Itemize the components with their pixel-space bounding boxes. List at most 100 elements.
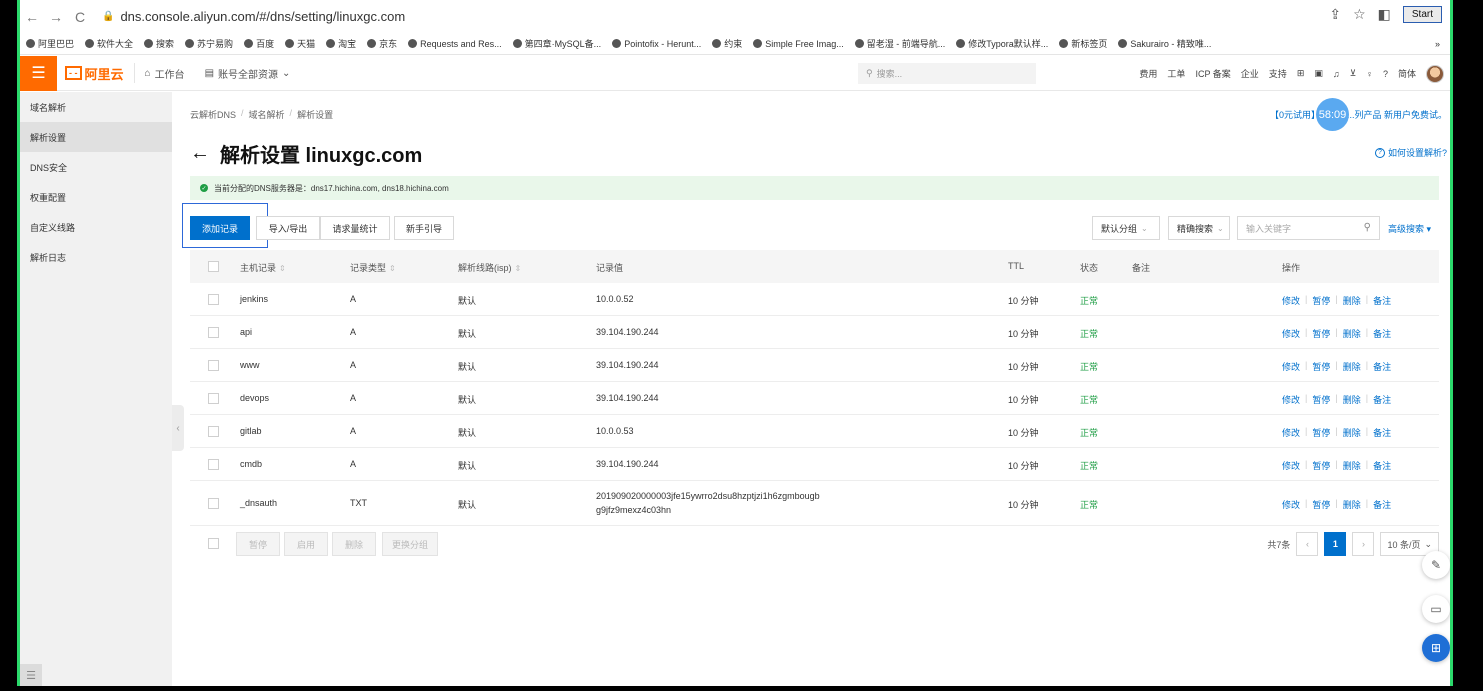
pause-link[interactable]: 暂停 xyxy=(1312,426,1330,439)
select-all-footer-checkbox[interactable] xyxy=(208,538,219,549)
column-header[interactable]: 主机记录 ⇕ xyxy=(240,261,286,274)
bookmark-item[interactable]: Requests and Res... xyxy=(408,39,502,49)
language-switch[interactable]: 简体 xyxy=(1398,67,1416,80)
bulk-pause-button[interactable]: 暂停 xyxy=(236,532,280,556)
aliyun-logo[interactable]: - - 阿里云 xyxy=(57,63,135,83)
edit-link[interactable]: 修改 xyxy=(1282,360,1300,373)
select-all-checkbox[interactable] xyxy=(208,261,219,272)
url-field[interactable]: 🔒 dns.console.aliyun.com/#/dns/setting/l… xyxy=(102,9,405,24)
group-select[interactable]: 默认分组 ⌄ xyxy=(1092,216,1160,240)
edit-feedback-icon[interactable]: ✎ xyxy=(1422,551,1450,579)
back-arrow-icon[interactable]: ← xyxy=(190,142,210,165)
breadcrumb-item[interactable]: 云解析DNS xyxy=(190,108,236,121)
bulk-delete-button[interactable]: 删除 xyxy=(332,532,376,556)
guide-button[interactable]: 新手引导 xyxy=(394,216,454,240)
import-export-button[interactable]: 导入/导出 xyxy=(256,216,320,240)
sidebar-item[interactable]: 权重配置 xyxy=(20,182,172,212)
remark-link[interactable]: 备注 xyxy=(1373,498,1391,511)
remark-link[interactable]: 备注 xyxy=(1373,459,1391,472)
bell-icon[interactable]: ♫ xyxy=(1333,69,1340,79)
search-mode-select[interactable]: 精确搜索 ⌄ xyxy=(1168,216,1230,240)
delete-link[interactable]: 删除 xyxy=(1343,294,1361,307)
change-group-button[interactable]: 更换分组 xyxy=(382,532,438,556)
sort-icon[interactable]: ⇕ xyxy=(279,264,286,273)
remark-link[interactable]: 备注 xyxy=(1373,294,1391,307)
star-icon[interactable]: ☆ xyxy=(1353,6,1366,23)
bookmark-item[interactable]: 约束 xyxy=(712,37,742,50)
bookmarks-more-icon[interactable]: » xyxy=(1435,39,1450,49)
bookmark-item[interactable]: 天猫 xyxy=(285,37,315,50)
pause-link[interactable]: 暂停 xyxy=(1312,459,1330,472)
remark-link[interactable]: 备注 xyxy=(1373,393,1391,406)
delete-link[interactable]: 删除 xyxy=(1343,393,1361,406)
bookmark-item[interactable]: Pointofix - Herunt... xyxy=(612,39,701,49)
terminal-icon[interactable]: ⊞ xyxy=(1297,68,1305,79)
cart-icon[interactable]: ⊻ xyxy=(1350,68,1357,79)
request-stats-button[interactable]: 请求量统计 xyxy=(320,216,390,240)
sidebar-item[interactable]: 解析设置 xyxy=(20,122,172,152)
edit-link[interactable]: 修改 xyxy=(1282,459,1300,472)
sort-icon[interactable]: ⇕ xyxy=(389,264,396,273)
bookmark-item[interactable]: 第四章·MySQL备... xyxy=(512,37,601,50)
bulk-enable-button[interactable]: 启用 xyxy=(284,532,328,556)
pause-link[interactable]: 暂停 xyxy=(1312,393,1330,406)
prev-page-icon[interactable]: ‹ xyxy=(1296,532,1319,556)
remark-link[interactable]: 备注 xyxy=(1373,360,1391,373)
bookmark-item[interactable]: 新标签页 xyxy=(1059,37,1107,50)
help-link[interactable]: ? 如何设置解析? xyxy=(1374,146,1447,159)
add-record-button[interactable]: 添加记录 xyxy=(190,216,250,240)
sidebar-settings-icon[interactable]: ☰ xyxy=(20,664,42,686)
column-header[interactable]: 解析线路(isp) ⇕ xyxy=(458,261,521,274)
start-button[interactable]: Start xyxy=(1402,6,1442,23)
bookmark-item[interactable]: 修改Typora默认样... xyxy=(956,37,1048,50)
row-checkbox[interactable] xyxy=(208,392,219,404)
remark-link[interactable]: 备注 xyxy=(1373,327,1391,340)
row-checkbox[interactable] xyxy=(208,458,219,470)
pause-link[interactable]: 暂停 xyxy=(1312,498,1330,511)
menu-icon[interactable]: ☰ xyxy=(20,55,57,91)
pause-link[interactable]: 暂停 xyxy=(1312,327,1330,340)
row-checkbox[interactable] xyxy=(208,293,219,305)
edit-link[interactable]: 修改 xyxy=(1282,426,1300,439)
sort-icon[interactable]: ⇕ xyxy=(515,264,522,273)
bookmark-item[interactable]: 搜索 xyxy=(144,37,174,50)
share-icon[interactable]: ⇪ xyxy=(1329,6,1341,23)
edit-link[interactable]: 修改 xyxy=(1282,294,1300,307)
bookmark-item[interactable]: 留老湿 - 前端导航... xyxy=(854,37,945,50)
edit-link[interactable]: 修改 xyxy=(1282,327,1300,340)
global-search-input[interactable]: ⚲ 搜索... xyxy=(858,63,1036,84)
forward-icon[interactable]: → xyxy=(44,9,68,25)
row-checkbox[interactable] xyxy=(208,326,219,338)
edit-link[interactable]: 修改 xyxy=(1282,498,1300,511)
help-icon[interactable]: ? xyxy=(1383,69,1388,79)
delete-link[interactable]: 删除 xyxy=(1343,459,1361,472)
account-resources-dropdown[interactable]: ▤ 账号全部资源 ⌄ xyxy=(195,66,301,81)
row-checkbox[interactable] xyxy=(208,425,219,437)
topbar-link[interactable]: 支持 xyxy=(1269,67,1287,80)
sidebar-item[interactable]: DNS安全 xyxy=(20,152,172,182)
bookmark-item[interactable]: 淘宝 xyxy=(326,37,356,50)
delete-link[interactable]: 删除 xyxy=(1343,498,1361,511)
delete-link[interactable]: 删除 xyxy=(1343,360,1361,373)
bookmark-item[interactable]: 苏宁易购 xyxy=(185,37,233,50)
advanced-search-link[interactable]: 高级搜索 ▾ xyxy=(1388,222,1431,235)
breadcrumb-item[interactable]: 域名解析 xyxy=(249,108,285,121)
bookmark-item[interactable]: 百度 xyxy=(244,37,274,50)
sidebar-item[interactable]: 解析日志 xyxy=(20,242,172,272)
pause-link[interactable]: 暂停 xyxy=(1312,294,1330,307)
edit-link[interactable]: 修改 xyxy=(1282,393,1300,406)
remark-link[interactable]: 备注 xyxy=(1373,426,1391,439)
topbar-link[interactable]: 费用 xyxy=(1139,67,1157,80)
url-text[interactable]: dns.console.aliyun.com/#/dns/setting/lin… xyxy=(120,9,405,24)
row-checkbox[interactable] xyxy=(208,497,219,509)
back-icon[interactable]: ← xyxy=(20,9,44,25)
bookmark-item[interactable]: Sakurairo - 精致唯... xyxy=(1118,37,1211,50)
delete-link[interactable]: 删除 xyxy=(1343,327,1361,340)
chat-icon[interactable]: ▭ xyxy=(1422,595,1450,623)
sidepanel-icon[interactable]: ◧ xyxy=(1378,6,1391,23)
bookmark-item[interactable]: 软件大全 xyxy=(85,37,133,50)
delete-link[interactable]: 删除 xyxy=(1343,426,1361,439)
bulb-icon[interactable]: ♀ xyxy=(1366,69,1373,79)
promo-banner-link[interactable]: 【0元试用】阿里云...列产品 新用户免费试。 xyxy=(1270,108,1447,121)
sidebar-item[interactable]: 自定义线路 xyxy=(20,212,172,242)
